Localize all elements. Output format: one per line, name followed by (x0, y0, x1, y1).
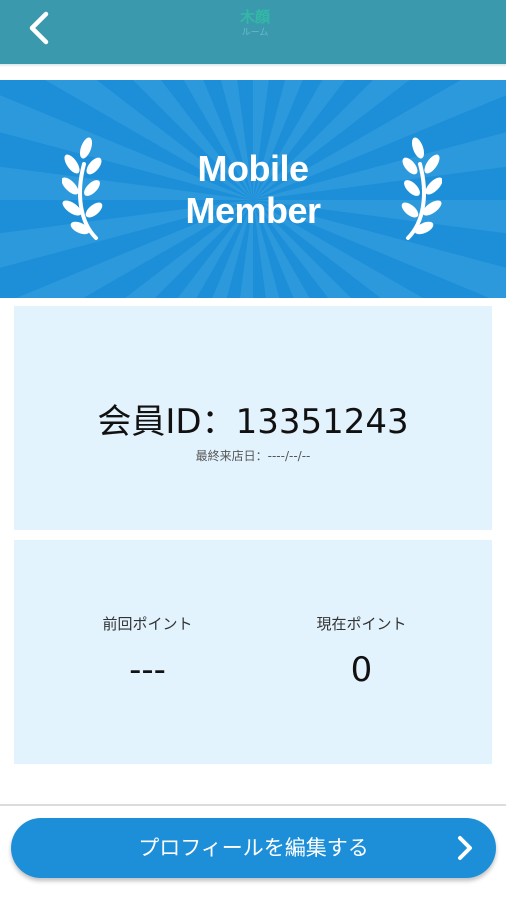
previous-points-label: 前回ポイント (102, 615, 193, 633)
laurel-right-icon (401, 137, 442, 240)
last-visit-date: 最終来店日：----/--/-- (195, 449, 311, 463)
current-points-value: 0 (350, 650, 373, 690)
header-divider (0, 64, 506, 67)
app-header: 木顔 ルーム (0, 0, 506, 64)
logo-subtitle: ルーム (241, 28, 269, 38)
footer-divider (0, 804, 506, 806)
member-id-card: 会員ID：13351243 最終来店日：----/--/-- (14, 306, 492, 530)
current-points-label: 現在ポイント (316, 615, 407, 633)
chevron-left-icon (29, 11, 49, 45)
previous-points-value: --- (129, 650, 166, 690)
edit-profile-label: プロフィールを編集する (138, 836, 369, 860)
app-logo: 木顔 ルーム (232, 7, 278, 47)
logo-mark: 木顔 (239, 8, 270, 26)
member-banner: Mobile Member (0, 80, 506, 298)
member-id: 会員ID：13351243 (97, 402, 409, 442)
current-points: 現在ポイント 0 (242, 612, 481, 690)
edit-profile-button[interactable]: プロフィールを編集する (11, 818, 496, 878)
back-button[interactable] (22, 10, 58, 46)
chevron-right-icon (458, 836, 472, 860)
points-card: 前回ポイント --- 現在ポイント 0 (14, 540, 492, 764)
previous-points: 前回ポイント --- (28, 612, 267, 690)
